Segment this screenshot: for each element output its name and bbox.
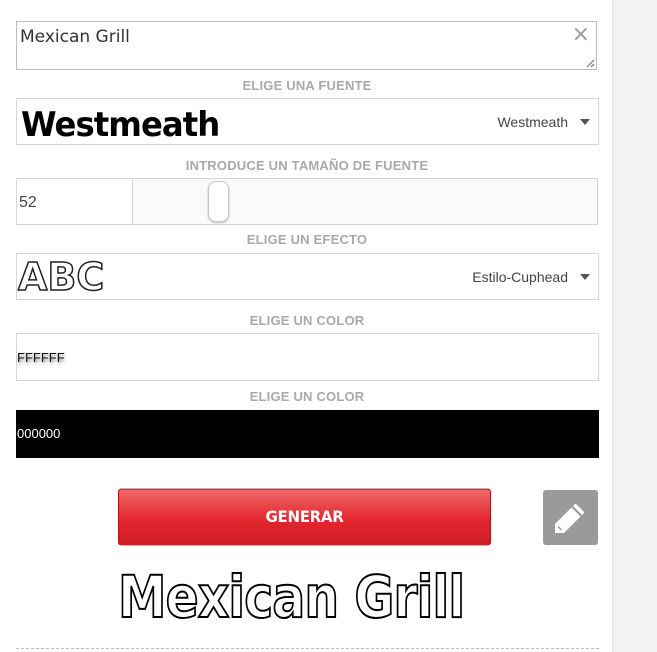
color-section-label-2: ELIGE UN COLOR — [249, 389, 365, 404]
clear-text-icon[interactable]: × — [572, 22, 590, 47]
effect-preview: ABC — [17, 254, 105, 300]
text-input-area[interactable]: Mexican Grill × — [16, 21, 597, 70]
effect-select[interactable]: ABC Estilo-Cuphead — [16, 253, 599, 300]
page-side-gutter — [612, 0, 657, 652]
text-color-hex: FFFFFF — [17, 350, 65, 365]
font-size-slider-thumb[interactable] — [208, 181, 229, 222]
text-color-picker[interactable]: FFFFFF — [16, 333, 599, 381]
generate-button[interactable]: GENERAR — [118, 488, 491, 546]
color-section-label-1: ELIGE UN COLOR — [249, 313, 365, 328]
text-input-value: Mexican Grill — [20, 27, 130, 47]
pencil-icon — [555, 503, 585, 533]
generated-text-preview: Mexican Grill — [117, 562, 466, 632]
font-size-slider-track[interactable] — [132, 178, 598, 225]
outline-color-picker[interactable]: 000000 — [16, 410, 599, 458]
size-section-label: INTRODUCE UN TAMAÑO DE FUENTE — [185, 158, 429, 173]
edit-button[interactable] — [543, 490, 598, 545]
chevron-down-icon — [580, 274, 590, 280]
outline-color-hex: 000000 — [17, 426, 61, 441]
resize-grip-icon[interactable] — [586, 59, 595, 68]
font-section-label: ELIGE UNA FUENTE — [242, 78, 372, 93]
font-size-value: 52 — [19, 194, 37, 211]
effect-section-label: ELIGE UN EFECTO — [246, 232, 368, 247]
effect-select-value: Estilo-Cuphead — [472, 269, 568, 285]
font-size-control: 52 — [16, 178, 598, 225]
font-preview: Westmeath — [21, 105, 220, 145]
font-size-input[interactable]: 52 — [16, 178, 133, 225]
section-divider — [16, 648, 599, 649]
font-generator-page: Mexican Grill × ELIGE UNA FUENTE Westmea… — [0, 0, 657, 652]
font-select-value: Westmeath — [497, 114, 568, 130]
font-select[interactable]: Westmeath Westmeath — [16, 98, 599, 145]
chevron-down-icon — [580, 119, 590, 125]
